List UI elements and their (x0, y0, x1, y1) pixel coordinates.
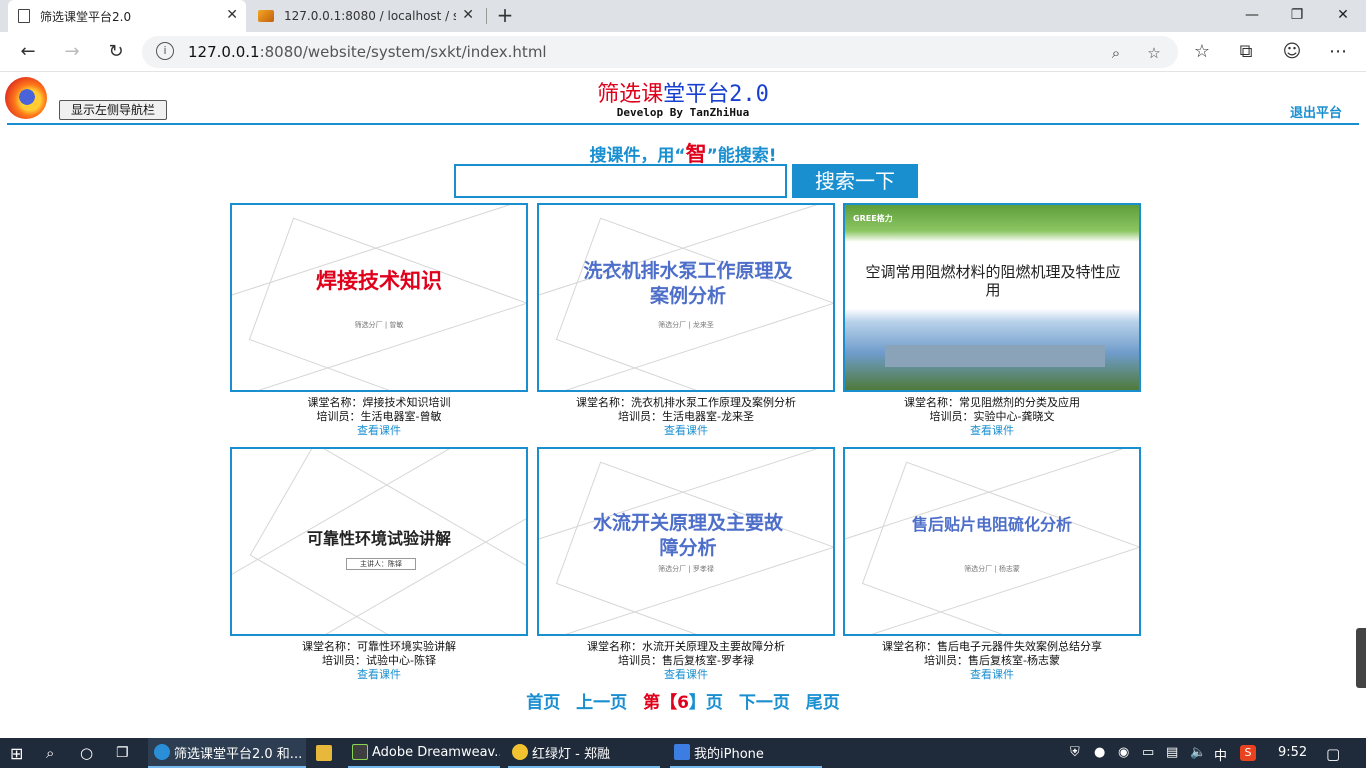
profile-icon[interactable]: ☺ (1280, 40, 1304, 64)
new-tab-button[interactable]: + (494, 4, 516, 26)
tab-separator (486, 8, 487, 24)
tab-title: 127.0.0.1:8080 / localhost / sxkt / (284, 9, 456, 23)
more-icon[interactable]: ⋯ (1326, 40, 1350, 64)
course-card: 水流开关原理及主要故障分析 筛选分厂 | 罗孝禄 课堂名称：水流开关原理及主要故… (537, 447, 835, 682)
view-courseware-link[interactable]: 查看课件 (230, 668, 528, 682)
header-divider (7, 123, 1359, 125)
tray-app-icon[interactable]: ● (1094, 745, 1105, 760)
music-icon (512, 744, 528, 760)
taskbar-item-phone[interactable]: 我的iPhone (670, 738, 822, 768)
qq-icon[interactable]: ◉ (1118, 745, 1129, 760)
course-caption: 课堂名称：售后电子元器件失效案例总结分享 培训员：售后复核室-杨志蒙 查看课件 (843, 640, 1141, 682)
folder-icon (316, 745, 332, 761)
tab-title: 筛选课堂平台2.0 (40, 9, 132, 24)
course-card: 焊接技术知识 筛选分厂 | 曾敏 课堂名称：焊接技术知识培训 培训员：生活电器室… (230, 203, 528, 438)
course-caption: 课堂名称：可靠性环境实验讲解 培训员：试验中心-陈铎 查看课件 (230, 640, 528, 682)
course-card: 售后贴片电阻硫化分析 筛选分厂 | 杨志蒙 课堂名称：售后电子元器件失效案例总结… (843, 447, 1141, 682)
edge-icon (154, 744, 170, 760)
zoom-icon[interactable]: ⌕ (1106, 43, 1126, 63)
view-courseware-link[interactable]: 查看课件 (537, 668, 835, 682)
notification-icon[interactable]: ▢ (1326, 745, 1340, 763)
search-input[interactable] (454, 164, 787, 198)
favorites-icon[interactable]: ☆ (1190, 40, 1214, 64)
scrollbar-handle[interactable] (1356, 628, 1366, 688)
cortana-icon[interactable]: ○ (80, 738, 100, 768)
volume-icon[interactable]: 🔈 (1190, 745, 1206, 760)
view-courseware-link[interactable]: 查看课件 (843, 424, 1141, 438)
course-caption: 课堂名称：水流开关原理及主要故障分析 培训员：售后复核室-罗孝禄 查看课件 (537, 640, 835, 682)
site-subtitle: Develop By TanZhiHua (616, 106, 750, 119)
battery-icon[interactable]: ▭ (1142, 745, 1154, 760)
task-view-icon[interactable]: ❐ (116, 738, 136, 768)
minimize-button[interactable]: — (1240, 5, 1264, 25)
windows-start-icon[interactable]: ⊞ (10, 738, 30, 768)
close-window-button[interactable]: ✕ (1331, 5, 1355, 25)
restore-button[interactable]: ❐ (1285, 5, 1309, 25)
close-tab-icon[interactable]: ✕ (462, 7, 474, 23)
course-caption: 课堂名称：常见阻燃剂的分类及应用 培训员：实验中心-龚晓文 查看课件 (843, 396, 1141, 438)
dreamweaver-icon (352, 744, 368, 760)
tab-inactive[interactable]: 127.0.0.1:8080 / localhost / sxkt / ✕ (250, 0, 482, 32)
course-thumbnail[interactable]: 售后贴片电阻硫化分析 筛选分厂 | 杨志蒙 (843, 447, 1141, 636)
info-icon[interactable]: i (156, 42, 174, 60)
building-photo (885, 345, 1105, 367)
course-thumbnail[interactable]: GREE格力 空调常用阻燃材料的阻燃机理及特性应用 (843, 203, 1141, 392)
taskbar-item-browser[interactable]: 筛选课堂平台2.0 和... (148, 738, 306, 768)
current-page: 第【6】页 (643, 693, 723, 713)
course-card: 洗衣机排水泵工作原理及案例分析 筛选分厂 | 龙来圣 课堂名称：洗衣机排水泵工作… (537, 203, 835, 438)
next-page-link[interactable]: 下一页 (739, 693, 790, 713)
logout-link[interactable]: 退出平台 (1290, 102, 1342, 121)
site-title: 筛选课堂平台2.0 (597, 82, 769, 107)
url-text[interactable]: 127.0.0.1:8080/website/system/sxkt/index… (188, 43, 547, 61)
course-thumbnail[interactable]: 洗衣机排水泵工作原理及案例分析 筛选分厂 | 龙来圣 (537, 203, 835, 392)
course-thumbnail[interactable]: 水流开关原理及主要故障分析 筛选分厂 | 罗孝禄 (537, 447, 835, 636)
browser-nav-bar: ← → ↻ i 127.0.0.1:8080/website/system/sx… (0, 32, 1366, 72)
network-icon[interactable]: ▤ (1166, 745, 1178, 760)
add-favorite-icon[interactable]: ☆ (1144, 43, 1164, 63)
view-courseware-link[interactable]: 查看课件 (230, 424, 528, 438)
forward-icon[interactable]: → (60, 40, 84, 64)
clock[interactable]: 9:52 (1278, 745, 1307, 760)
ime-indicator[interactable]: 中 (1214, 745, 1227, 764)
tab-active[interactable]: 筛选课堂平台2.0 ✕ (8, 0, 246, 32)
taskbar-item-explorer[interactable] (316, 738, 338, 768)
phpmyadmin-icon (258, 10, 274, 22)
search-icon[interactable]: ⌕ (46, 738, 66, 768)
phone-icon (674, 744, 690, 760)
prev-page-link[interactable]: 上一页 (576, 693, 627, 713)
course-thumbnail[interactable]: 焊接技术知识 筛选分厂 | 曾敏 (230, 203, 528, 392)
last-page-link[interactable]: 尾页 (806, 693, 840, 713)
collections-icon[interactable]: ⧉ (1234, 40, 1258, 64)
search-button[interactable]: 搜索一下 (792, 164, 918, 198)
back-icon[interactable]: ← (16, 40, 40, 64)
close-tab-icon[interactable]: ✕ (226, 7, 238, 23)
page-icon (18, 9, 30, 23)
course-thumbnail[interactable]: 可靠性环境试验讲解 主讲人：陈铎 (230, 447, 528, 636)
browser-tab-bar: 筛选课堂平台2.0 ✕ 127.0.0.1:8080 / localhost /… (0, 0, 1366, 32)
view-courseware-link[interactable]: 查看课件 (537, 424, 835, 438)
pagination: 首页 上一页 第【6】页 下一页 尾页 (0, 688, 1366, 713)
course-caption: 课堂名称：焊接技术知识培训 培训员：生活电器室-曾敏 查看课件 (230, 396, 528, 438)
taskbar: ⊞ ⌕ ○ ❐ 筛选课堂平台2.0 和... Adobe Dreamweav..… (0, 738, 1366, 768)
course-caption: 课堂名称：洗衣机排水泵工作原理及案例分析 培训员：生活电器室-龙来圣 查看课件 (537, 396, 835, 438)
course-card: 可靠性环境试验讲解 主讲人：陈铎 课堂名称：可靠性环境实验讲解 培训员：试验中心… (230, 447, 528, 682)
address-bar[interactable]: i 127.0.0.1:8080/website/system/sxkt/ind… (142, 36, 1178, 68)
first-page-link[interactable]: 首页 (526, 693, 560, 713)
view-courseware-link[interactable]: 查看课件 (843, 668, 1141, 682)
taskbar-item-dreamweaver[interactable]: Adobe Dreamweav... (348, 738, 500, 768)
sogou-icon[interactable]: S (1240, 745, 1256, 761)
refresh-icon[interactable]: ↻ (104, 40, 128, 64)
shield-icon[interactable]: ⛨ (1070, 745, 1080, 760)
taskbar-item-music[interactable]: 红绿灯 - 郑融 (508, 738, 660, 768)
course-card: GREE格力 空调常用阻燃材料的阻燃机理及特性应用 课堂名称：常见阻燃剂的分类及… (843, 203, 1141, 438)
page-content: 显示左侧导航栏 筛选课堂平台2.0 Develop By TanZhiHua 退… (0, 72, 1366, 738)
